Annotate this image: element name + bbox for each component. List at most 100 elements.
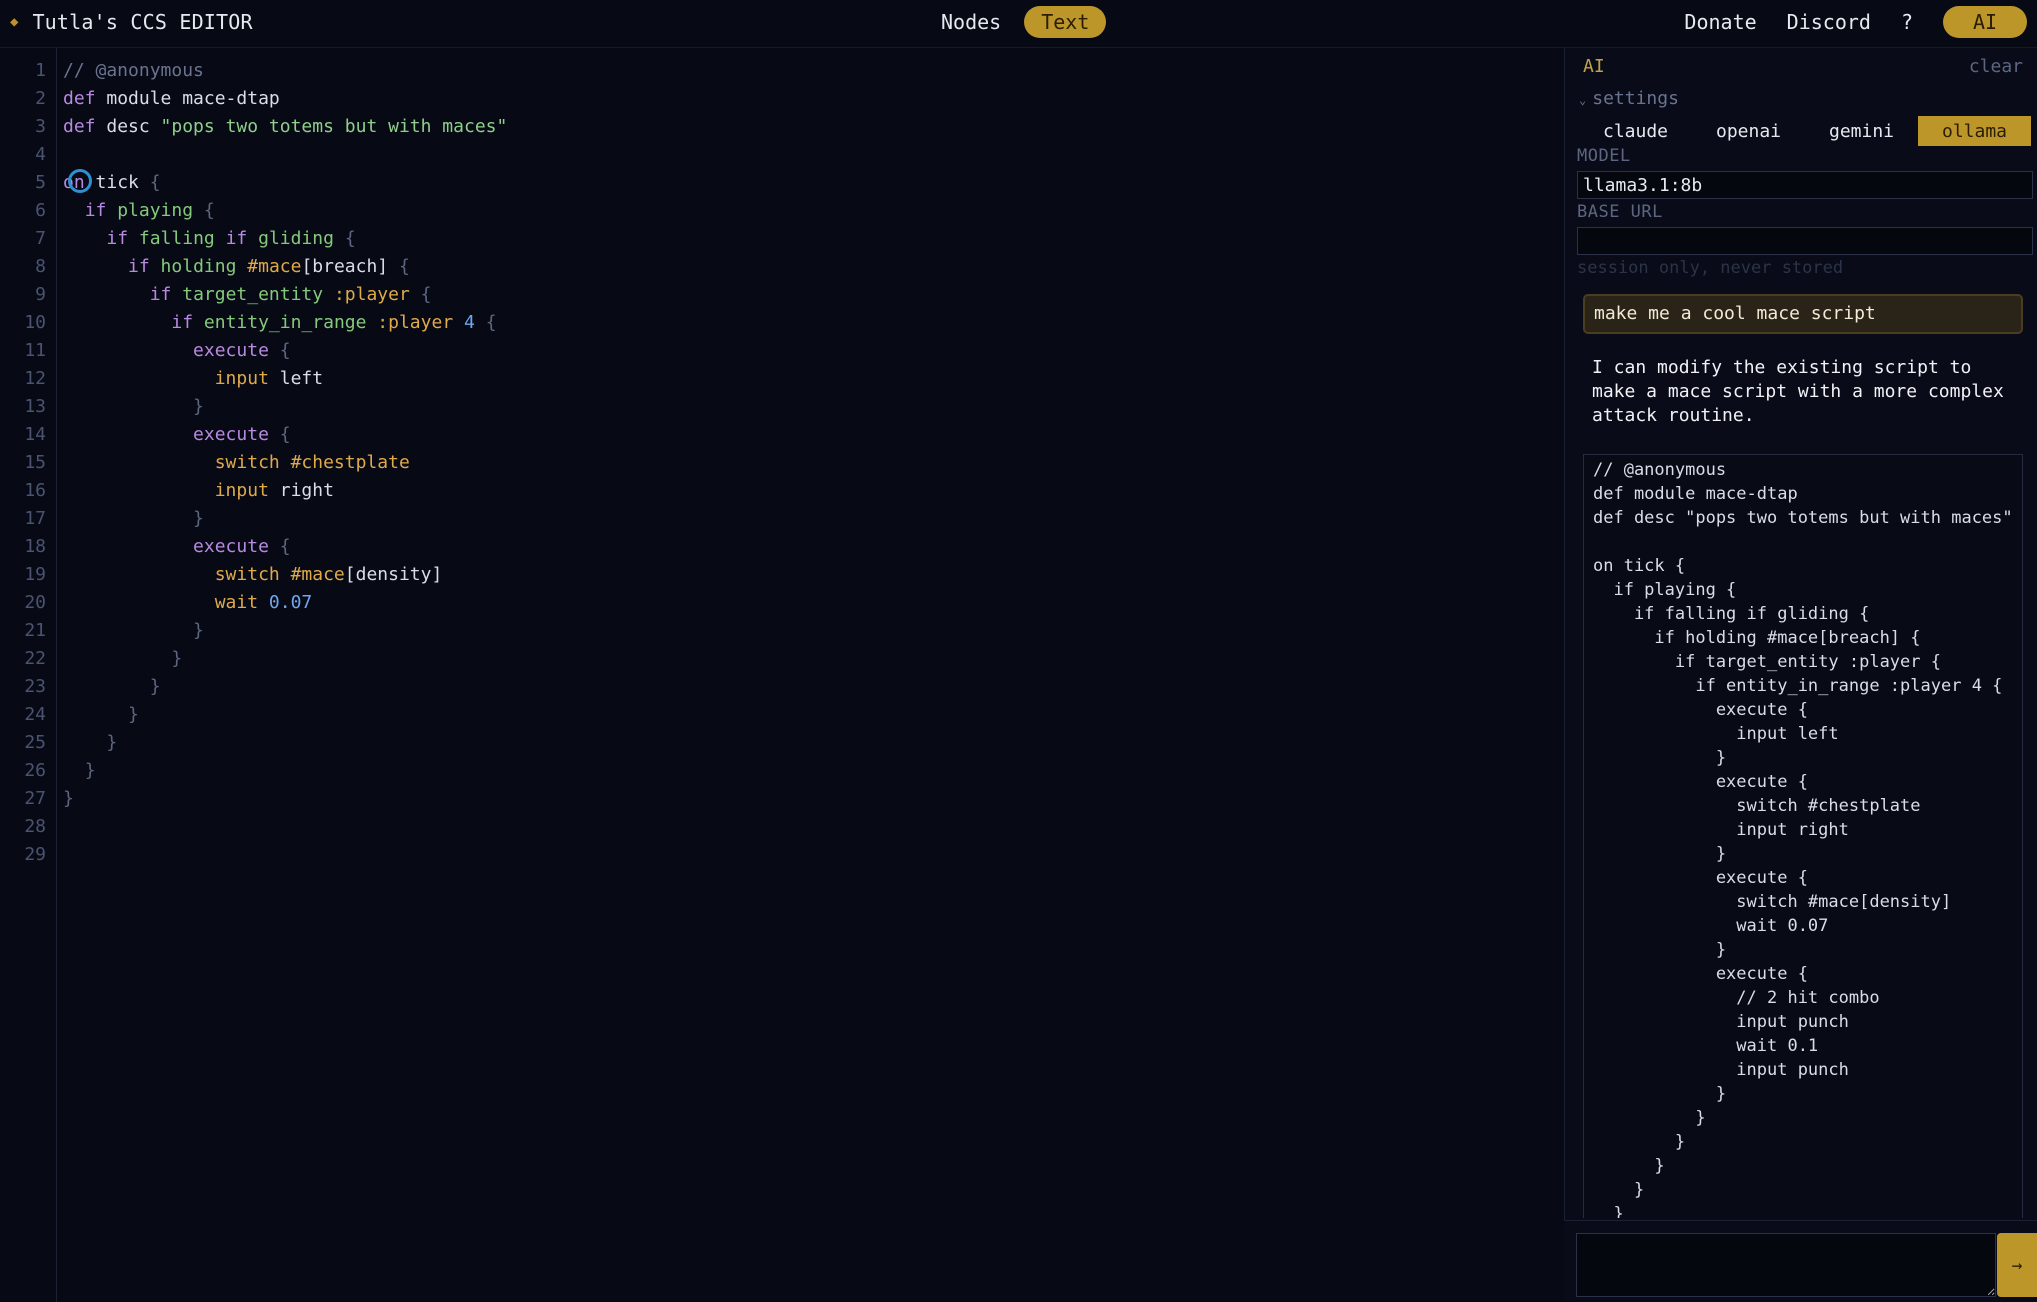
- line-number: 4: [35, 144, 46, 165]
- clear-chat-button[interactable]: clear: [1969, 56, 2023, 77]
- code-line[interactable]: execute {: [63, 337, 507, 365]
- top-bar: ◆ Tutla's CCS EDITOR Nodes Text Donate D…: [0, 0, 2037, 48]
- code-line[interactable]: switch #chestplate: [63, 449, 507, 477]
- code-text[interactable]: // @anonymous def module mace-dtap def des…: [63, 57, 507, 869]
- ai-code-line: if falling if gliding {: [1593, 604, 1870, 624]
- ai-panel: AI clear ⌄ settings claude openai gemini …: [1564, 48, 2037, 1302]
- code-line[interactable]: if holding #mace[breach] {: [63, 253, 507, 281]
- nodes-mode-button[interactable]: Nodes: [924, 6, 1018, 38]
- code-line[interactable]: def module mace-dtap: [63, 85, 507, 113]
- code-line[interactable]: execute {: [63, 533, 507, 561]
- settings-toggle[interactable]: ⌄ settings: [1579, 88, 1679, 109]
- code-token: }: [193, 620, 204, 641]
- donate-link[interactable]: Donate: [1684, 10, 1756, 34]
- ai-code-line: }: [1593, 1108, 1706, 1128]
- discord-link[interactable]: Discord: [1787, 10, 1871, 34]
- ai-code-line: // @anonymous: [1593, 460, 1727, 480]
- code-token: execute: [193, 424, 280, 445]
- code-token: switch #chestplate: [214, 452, 410, 473]
- base-url-input[interactable]: [1577, 227, 2033, 255]
- send-button[interactable]: →: [1997, 1233, 2037, 1297]
- code-token: 0.07: [258, 592, 313, 613]
- ai-code-block[interactable]: // @anonymous def module mace-dtap def des…: [1583, 454, 2023, 1218]
- line-number: 26: [24, 760, 46, 781]
- code-token: {: [485, 312, 497, 333]
- code-line[interactable]: [63, 141, 507, 169]
- line-number: 25: [24, 732, 46, 753]
- line-number: 10: [24, 312, 46, 333]
- provider-tab-ollama[interactable]: ollama: [1918, 116, 2031, 146]
- code-token: #mace: [247, 256, 302, 277]
- code-token: }: [128, 704, 139, 725]
- line-number: 12: [24, 368, 46, 389]
- settings-label: settings: [1592, 88, 1679, 109]
- line-number: 14: [24, 424, 46, 445]
- code-token: }: [193, 396, 204, 417]
- code-line[interactable]: input right: [63, 477, 507, 505]
- ai-code-line: [1593, 530, 2013, 554]
- code-line[interactable]: wait 0.07: [63, 589, 507, 617]
- ai-code-line: if holding #mace[breach] {: [1593, 628, 1921, 648]
- code-line[interactable]: input left: [63, 365, 507, 393]
- code-line[interactable]: }: [63, 701, 507, 729]
- code-token: {: [149, 172, 161, 193]
- ai-code-line: }: [1593, 940, 1727, 960]
- line-number: 1: [35, 60, 46, 81]
- ai-code-line: }: [1593, 1204, 1624, 1218]
- code-token: def: [63, 116, 96, 137]
- code-line[interactable]: if playing {: [63, 197, 507, 225]
- help-button[interactable]: ?: [1901, 10, 1913, 34]
- chat-history[interactable]: make me a cool mace script I can modify …: [1583, 294, 2023, 1218]
- code-line[interactable]: }: [63, 729, 507, 757]
- code-line[interactable]: }: [63, 393, 507, 421]
- ai-code-line: def desc "pops two totems but with maces…: [1593, 508, 2013, 528]
- chat-input[interactable]: [1576, 1233, 1996, 1297]
- code-line[interactable]: [63, 813, 507, 841]
- code-token: {: [203, 200, 215, 221]
- code-token: if: [225, 228, 248, 249]
- line-number: 19: [24, 564, 46, 585]
- code-line[interactable]: execute {: [63, 421, 507, 449]
- code-token: if: [106, 228, 129, 249]
- provider-tab-openai[interactable]: openai: [1692, 116, 1805, 146]
- code-line[interactable]: switch #mace[density]: [63, 561, 507, 589]
- line-number: 9: [35, 284, 46, 305]
- code-token: input: [214, 480, 269, 501]
- code-line[interactable]: }: [63, 785, 507, 813]
- line-number: 29: [24, 844, 46, 865]
- code-token: :player: [377, 312, 464, 333]
- code-line[interactable]: on tick {: [63, 169, 507, 197]
- code-token: def: [63, 88, 96, 109]
- ai-panel-title: AI: [1583, 56, 1605, 77]
- line-number: 27: [24, 788, 46, 809]
- ai-code-line: execute {: [1593, 868, 1808, 888]
- ai-code-line: }: [1593, 844, 1727, 864]
- code-line[interactable]: [63, 841, 507, 869]
- ai-code-line: input right: [1593, 820, 1849, 840]
- code-line[interactable]: // @anonymous: [63, 57, 507, 85]
- code-line[interactable]: }: [63, 505, 507, 533]
- code-line[interactable]: def desc "pops two totems but with maces…: [63, 113, 507, 141]
- code-token: "pops two totems but with maces": [160, 116, 508, 137]
- code-line[interactable]: }: [63, 617, 507, 645]
- ai-toggle-button[interactable]: AI: [1943, 6, 2027, 38]
- code-line[interactable]: if entity_in_range :player 4 {: [63, 309, 507, 337]
- provider-tab-claude[interactable]: claude: [1579, 116, 1692, 146]
- line-number: 23: [24, 676, 46, 697]
- code-editor[interactable]: 1 2 3 4 5 6 7 8 9 10 11 12 13 14 15 16 17 18 19 20 21 22 23 24 2…: [0, 48, 1564, 1302]
- code-token: }: [84, 760, 96, 781]
- text-mode-button[interactable]: Text: [1024, 6, 1107, 38]
- code-line[interactable]: }: [63, 645, 507, 673]
- provider-tab-gemini[interactable]: gemini: [1805, 116, 1918, 146]
- ai-code-line: input punch: [1593, 1060, 1849, 1080]
- code-line[interactable]: if target_entity :player {: [63, 281, 507, 309]
- code-line[interactable]: }: [63, 673, 507, 701]
- model-input[interactable]: [1577, 171, 2033, 199]
- code-line[interactable]: if falling if gliding {: [63, 225, 507, 253]
- code-line[interactable]: }: [63, 757, 507, 785]
